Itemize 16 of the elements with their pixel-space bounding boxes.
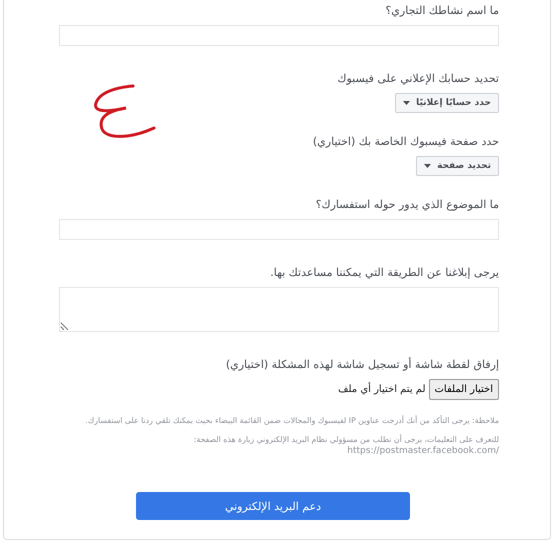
field-label: ما اسم نشاطك التجاري؟: [385, 4, 499, 17]
choose-files-button[interactable]: اختيار الملفات: [428, 379, 499, 400]
caret-icon: [403, 100, 410, 105]
caret-icon: [424, 164, 431, 168]
dropdown-button[interactable]: تحديد صفحة: [416, 156, 499, 176]
submit-button[interactable]: دعم البريد الإلكتروني: [136, 492, 410, 520]
file-status: لم يتم اختيار أي ملف: [338, 384, 426, 395]
field-label: يرجى إبلاغنا عن الطريقة التي يمكننا مساعدتك بها.: [270, 266, 499, 279]
text-field[interactable]: [59, 25, 499, 46]
text-area[interactable]: [59, 287, 499, 332]
field-label: ما الموضوع الذي يدور حوله استفسارك؟: [316, 198, 499, 211]
field-label: حدد صفحة فيسبوك الخاصة بك (اختياري): [312, 135, 499, 148]
field-label: إرفاق لقطة شاشة أو تسجيل شاشة لهذه المشكلة (اختياري): [226, 358, 499, 371]
dropdown-button[interactable]: حدد حسابًا إعلانيًا: [395, 93, 499, 113]
field-label: تحديد حسابك الإعلاني على فيسبوك: [337, 72, 499, 85]
text-field[interactable]: [59, 219, 499, 240]
